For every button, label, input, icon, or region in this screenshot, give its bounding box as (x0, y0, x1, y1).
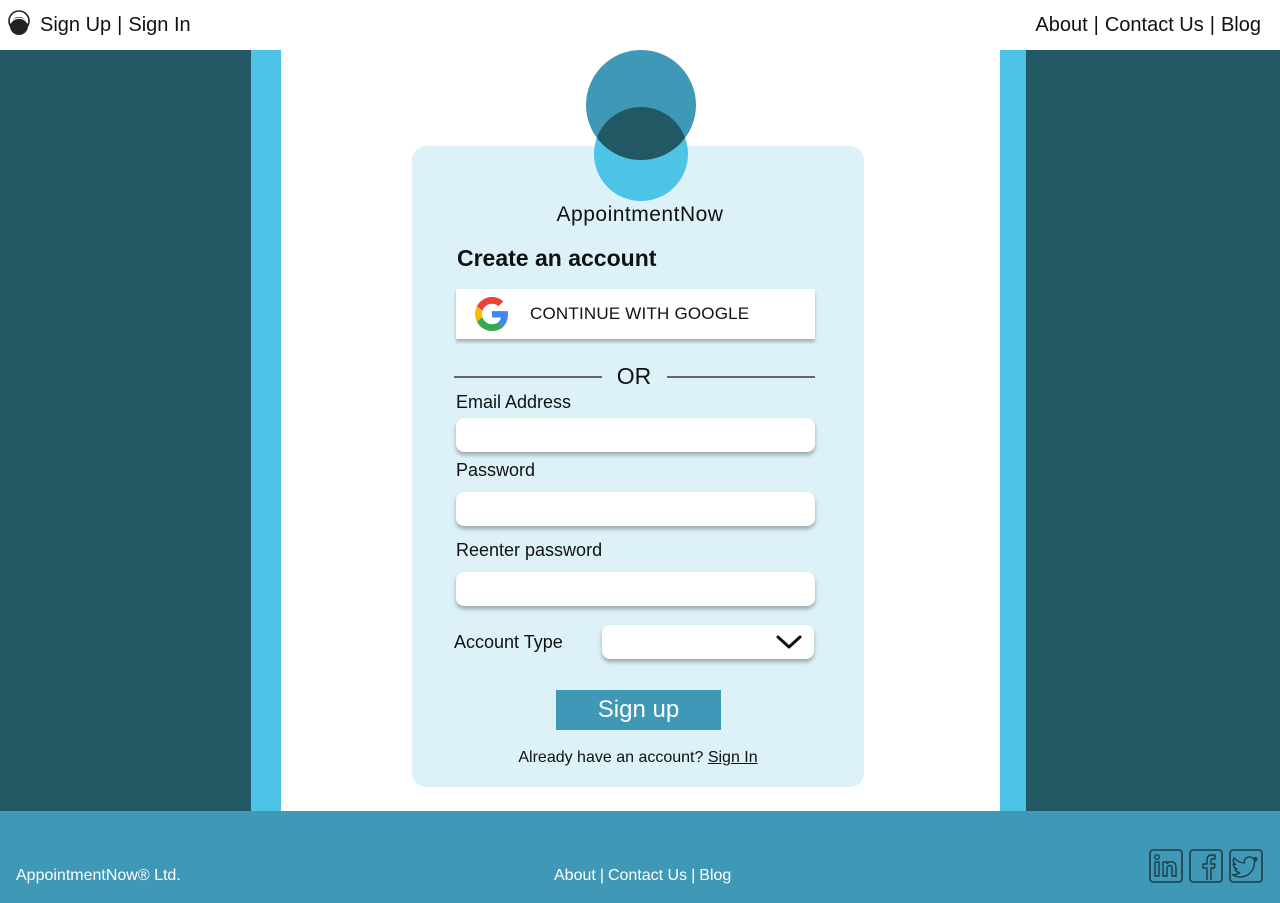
or-divider-text: OR (616, 363, 652, 389)
header-sign-up-link[interactable]: Sign Up (40, 14, 111, 37)
email-field[interactable] (456, 418, 815, 452)
already-have-account-text: Already have an account? (518, 749, 704, 766)
password-field[interactable] (456, 492, 815, 526)
header-nav: About | Contact Us | Blog (1035, 10, 1261, 40)
background-band-right-light (1000, 50, 1026, 811)
background-band-left-dark (0, 50, 251, 811)
reenter-password-label: Reenter password (456, 540, 603, 560)
continue-with-google-button[interactable]: CONTINUE WITH GOOGLE (456, 289, 815, 339)
divider-left (454, 376, 602, 378)
facebook-icon[interactable] (1189, 849, 1223, 883)
footer-about-link[interactable]: About (554, 867, 596, 885)
appointmentnow-logo-icon (586, 50, 696, 201)
chevron-down-icon (776, 635, 802, 649)
copyright-text: AppointmentNow® Ltd. (16, 867, 181, 884)
footer-contact-link[interactable]: Contact Us (608, 867, 687, 885)
email-label: Email Address (456, 392, 572, 412)
footer-separator: | (691, 867, 696, 884)
header-contact-link[interactable]: Contact Us (1105, 14, 1204, 37)
top-header: Sign Up | Sign In About | Contact Us | B… (0, 0, 1280, 50)
background-band-left-light (251, 50, 281, 811)
footer-nav: About | Contact Us | Blog (554, 867, 731, 885)
divider-right (667, 376, 815, 378)
page-title: Create an account (457, 245, 657, 271)
footer: AppointmentNow® Ltd. About | Contact Us … (0, 811, 1280, 903)
header-separator: | (1093, 13, 1099, 36)
brand-name: AppointmentNow (556, 203, 724, 226)
auth-links: Sign Up | Sign In (8, 10, 191, 40)
header-separator: | (117, 13, 123, 36)
header-blog-link[interactable]: Blog (1221, 14, 1261, 37)
sign-up-button[interactable]: Sign up (556, 690, 721, 730)
appointmentnow-logo-icon (8, 10, 30, 35)
google-icon (475, 297, 508, 331)
reenter-password-field[interactable] (456, 572, 815, 606)
footer-blog-link[interactable]: Blog (699, 867, 731, 885)
account-type-select[interactable] (602, 625, 814, 659)
header-separator: | (1209, 13, 1215, 36)
account-type-label: Account Type (454, 632, 563, 652)
password-label: Password (456, 460, 536, 480)
twitter-icon[interactable] (1229, 849, 1263, 883)
sign-in-prompt: Already have an account? Sign In (412, 749, 864, 767)
footer-separator: | (599, 867, 604, 884)
header-about-link[interactable]: About (1035, 14, 1087, 37)
sign-in-link[interactable]: Sign In (708, 749, 758, 766)
background-band-right-dark (1026, 50, 1280, 811)
linkedin-icon[interactable] (1149, 849, 1183, 883)
google-button-label: CONTINUE WITH GOOGLE (530, 304, 750, 323)
header-sign-in-link[interactable]: Sign In (128, 14, 190, 37)
